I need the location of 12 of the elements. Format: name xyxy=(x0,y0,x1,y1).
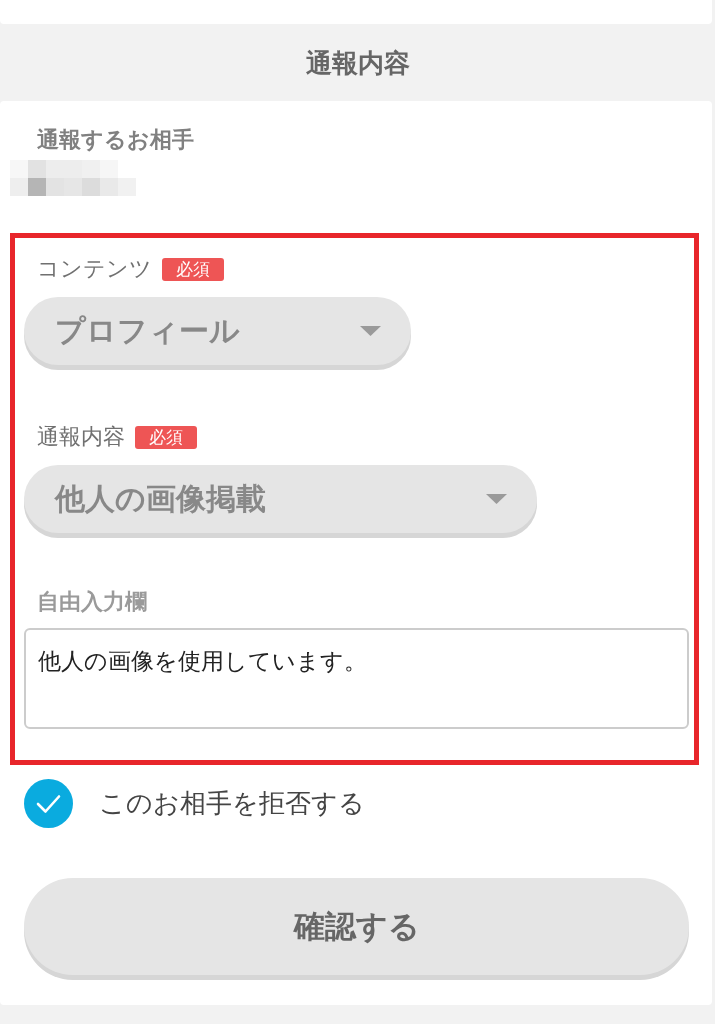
block-user-label: このお相手を拒否する xyxy=(99,787,365,820)
target-label: 通報するお相手 xyxy=(37,126,194,154)
caret-icon xyxy=(486,494,507,504)
checkbox[interactable] xyxy=(24,779,73,828)
required-badge: 必須 xyxy=(162,257,224,281)
field-label: 通報内容 xyxy=(37,425,125,449)
required-badge: 必須 xyxy=(135,425,197,449)
free-text-field[interactable]: 他人の画像を使用しています。 xyxy=(24,628,689,729)
caret-icon xyxy=(360,326,381,336)
field-label: 自由入力欄 xyxy=(37,590,147,614)
section-title: 通報内容 xyxy=(305,46,410,79)
field-label: コンテンツ xyxy=(37,257,152,281)
